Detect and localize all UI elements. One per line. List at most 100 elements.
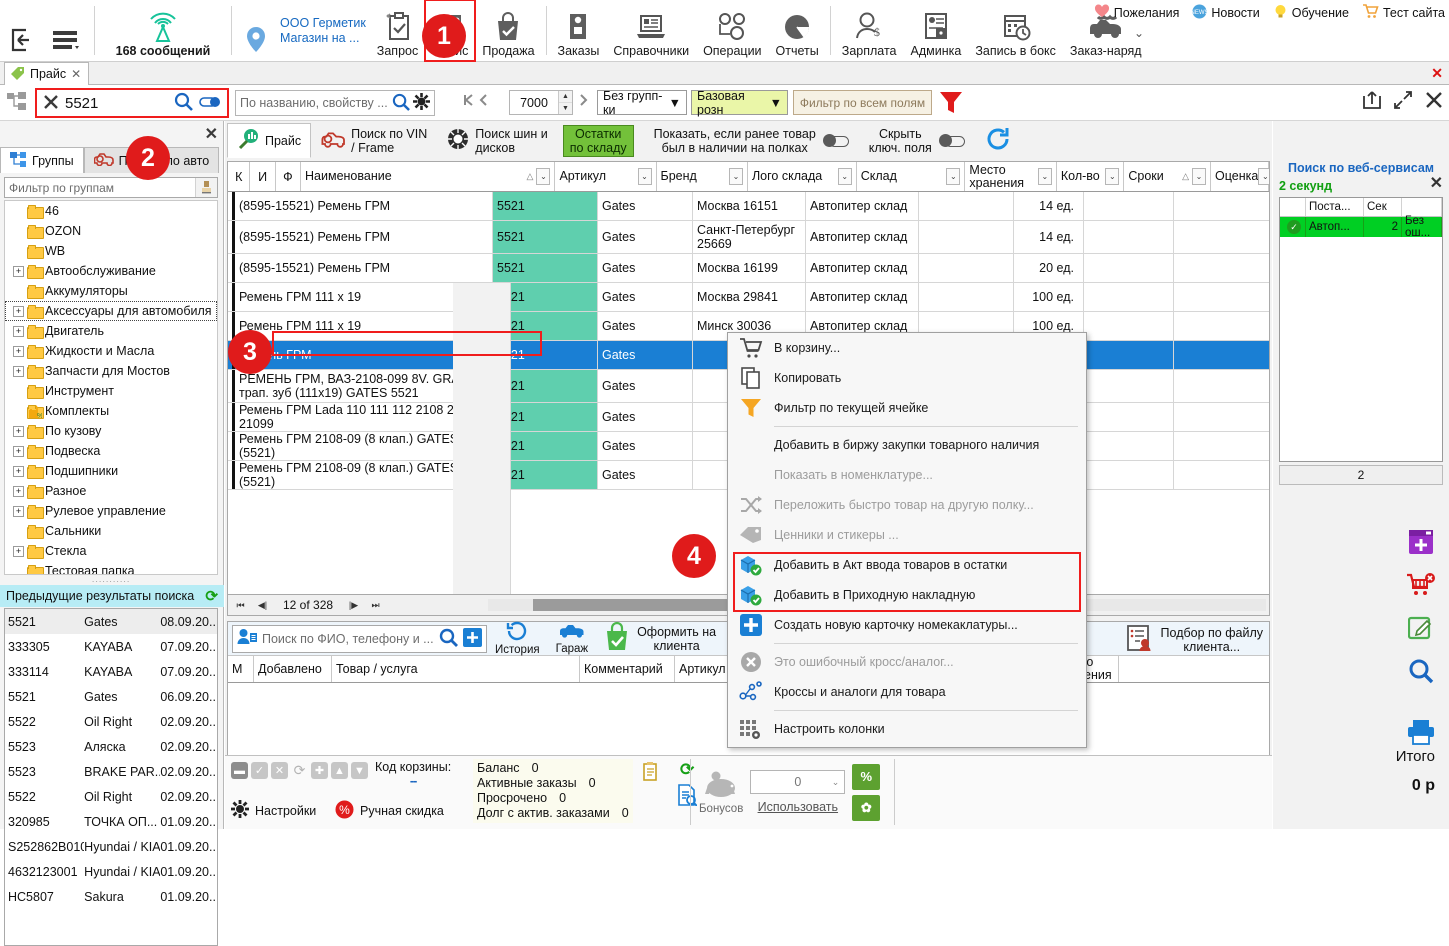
clipboard-icon[interactable]	[643, 762, 660, 784]
link-wishes[interactable]: Пожелания	[1094, 4, 1179, 21]
table-cell[interactable]: Gates	[598, 403, 693, 431]
expand-icon[interactable]: +	[13, 325, 24, 337]
panel-splitter[interactable]: ∙∙∙∙∙∙∙∙∙∙∙	[4, 576, 218, 586]
table-cell[interactable]	[1084, 221, 1174, 253]
restore-window-icon[interactable]	[1393, 90, 1413, 113]
expand-icon[interactable]: +	[13, 425, 24, 437]
ribbon-item-operations[interactable]: Операции	[696, 0, 768, 61]
table-cell[interactable]: Gates	[598, 370, 693, 402]
table-cell[interactable]	[1084, 192, 1174, 220]
basket-col-header[interactable]: Добавлено	[254, 656, 332, 682]
prev-record-icon[interactable]	[477, 93, 490, 110]
prev-result-row[interactable]: 333305 KAYABA 07.09.20...	[5, 634, 217, 659]
table-cell[interactable]	[1084, 403, 1174, 431]
table-cell[interactable]	[1084, 432, 1174, 460]
edit-position-icon[interactable]	[1407, 615, 1434, 644]
confirm-row-icon[interactable]: ✓	[251, 762, 268, 779]
expand-icon[interactable]: +	[13, 265, 24, 277]
tree-node[interactable]: OZON	[5, 221, 217, 241]
tree-node[interactable]: Аккумуляторы	[5, 281, 217, 301]
table-cell[interactable]	[1084, 283, 1174, 311]
table-cell[interactable]: 14 ед.	[1014, 221, 1084, 253]
tree-node[interactable]: + Разное	[5, 481, 217, 501]
table-cell[interactable]: Gates	[598, 254, 693, 282]
table-cell[interactable]	[453, 283, 511, 594]
column-filter-icon[interactable]: ⌄	[1258, 168, 1269, 185]
refresh-button[interactable]	[975, 123, 1021, 158]
all-fields-filter-input[interactable]: Фильтр по всем полям	[793, 90, 932, 115]
table-cell[interactable]	[919, 221, 1014, 253]
tree-node[interactable]: + Запчасти для Мостов	[5, 361, 217, 381]
tab-price-search[interactable]: Прайс	[227, 123, 312, 158]
spin-up-icon[interactable]: ▲	[559, 91, 572, 102]
expand-icon[interactable]: +	[13, 365, 24, 377]
menu-item[interactable]: Добавить в биржу закупки товарного налич…	[728, 430, 1086, 460]
first-record-icon[interactable]	[462, 93, 475, 110]
tree-node[interactable]: + Автообслуживание	[5, 261, 217, 281]
remove-row-icon[interactable]: ▬	[231, 762, 248, 779]
grid-col-header[interactable]: Склад ⌄	[857, 162, 966, 191]
toggle-hide-key-fields[interactable]: Скрыть ключ. поля	[859, 123, 975, 158]
location-button[interactable]	[236, 0, 276, 61]
table-cell[interactable]: Автопитер склад	[806, 254, 919, 282]
bonus-amount-select[interactable]: 0 ⌄	[750, 770, 846, 794]
stock-by-warehouse-button[interactable]: Остатки по складу	[562, 124, 634, 157]
move-down-icon[interactable]: ▼	[351, 762, 368, 779]
close-window-icon[interactable]	[1424, 90, 1444, 113]
search-icon[interactable]	[392, 93, 410, 114]
tree-node[interactable]: %Комплекты	[5, 401, 217, 421]
webservice-row[interactable]: ✓ Автоп... 2 Без ош...	[1280, 215, 1442, 239]
gear-icon[interactable]	[413, 93, 430, 113]
manual-discount-button[interactable]: % Ручная скидка	[335, 800, 444, 822]
next-page-icon[interactable]: |▶	[344, 597, 363, 614]
tree-node[interactable]: Сальники	[5, 521, 217, 541]
ribbon-item-box-booking[interactable]: Запись в бокс	[968, 0, 1063, 61]
table-cell[interactable]	[1084, 461, 1174, 489]
menu-item[interactable]: В корзину...	[728, 333, 1086, 363]
add-row-icon[interactable]: ✚	[311, 762, 328, 779]
prev-result-row[interactable]: HC5807 Sakura 01.09.20...	[5, 884, 217, 909]
menu-item[interactable]: Создать новую карточку номекаклатуры...	[728, 610, 1086, 640]
grid-context-menu[interactable]: В корзину... Копировать Фильтр по текущей …	[727, 332, 1087, 748]
tree-node[interactable]: WB	[5, 241, 217, 261]
grid-col-header[interactable]: Оценка ⌄	[1211, 162, 1269, 191]
column-filter-icon[interactable]: ⌄	[946, 168, 961, 185]
checkout-client-button[interactable]: Оформить на клиента	[596, 621, 724, 655]
grid-col-header[interactable]: Наименование △ ⌄	[301, 162, 556, 191]
table-cell[interactable]: Gates	[598, 312, 693, 340]
garage-button[interactable]: Гараж	[548, 622, 596, 655]
refresh-rows-icon[interactable]: ⟳	[291, 762, 308, 779]
close-all-tabs-icon[interactable]: ✕	[1431, 65, 1443, 82]
prev-result-row[interactable]: 333114 KAYABA 07.09.20...	[5, 659, 217, 684]
toggle-switch[interactable]	[938, 134, 965, 147]
basket-code-value[interactable]: --	[375, 774, 451, 788]
column-filter-icon[interactable]: ⌄	[1105, 168, 1120, 185]
clear-filter-icon[interactable]	[195, 178, 217, 197]
column-filter-icon[interactable]: ⌄	[1037, 168, 1052, 185]
tree-node[interactable]: + Стекла	[5, 541, 217, 561]
add-client-icon[interactable]	[463, 627, 482, 650]
menu-item[interactable]: Настроить колонки	[728, 714, 1086, 744]
table-cell[interactable]: Санкт-Петербург 25669	[693, 221, 806, 253]
search-toggle[interactable]	[199, 96, 221, 111]
table-row[interactable]: i(8595-15521) Ремень ГРМ5521GatesСанкт-П…	[228, 221, 1269, 594]
ribbon-item-zapros[interactable]: Запрос	[370, 0, 425, 61]
search-position-icon[interactable]	[1408, 658, 1434, 687]
column-filter-icon[interactable]: ⌄	[837, 168, 852, 185]
prev-result-row[interactable]: 5523 Аляска 02.09.20...	[5, 734, 217, 759]
ribbon-item-orders[interactable]: Заказы	[551, 0, 607, 61]
menu-item[interactable]: Кроссы и аналоги для товара	[728, 677, 1086, 707]
spin-down-icon[interactable]: ▼	[559, 102, 572, 114]
group-structure-icon[interactable]	[4, 86, 31, 118]
prev-result-row[interactable]: 5522 Oil Right 02.09.20...	[5, 709, 217, 734]
table-cell[interactable]	[1084, 341, 1174, 369]
tree-node[interactable]: + Жидкости и Масла	[5, 341, 217, 361]
article-search-box[interactable]: 5521	[35, 88, 229, 118]
tree-node[interactable]: + Рулевое управление	[5, 501, 217, 521]
search-icon[interactable]	[439, 628, 458, 650]
table-cell[interactable]	[1084, 254, 1174, 282]
spinner-buttons[interactable]: ▲ ▼	[558, 91, 572, 114]
expand-icon[interactable]: +	[13, 485, 24, 497]
basket-col-header[interactable]: М	[228, 656, 254, 682]
tab-tire-search[interactable]: Поиск шин и дисков	[437, 123, 557, 158]
